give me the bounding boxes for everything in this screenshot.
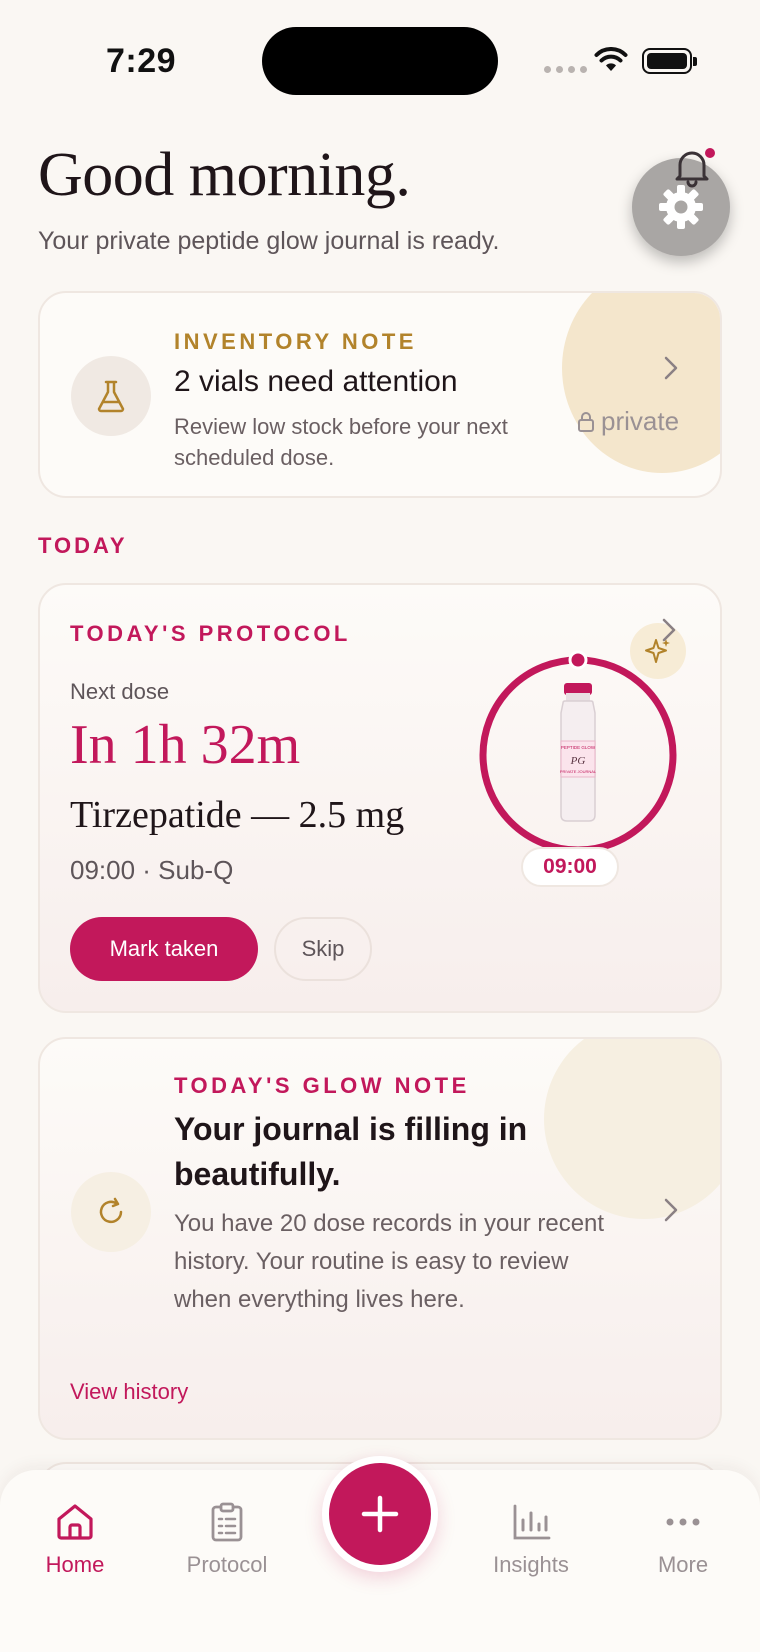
glow-note-eyebrow: TODAY'S GLOW NOTE [174,1073,470,1098]
notification-badge [705,148,715,158]
refresh-icon [71,1172,151,1252]
clipboard-icon [211,1502,243,1542]
decorative-blob [562,293,720,473]
greeting-subtitle: Your private peptide glow journal is rea… [38,227,500,255]
todays-protocol-card[interactable]: TODAY'S PROTOCOL Next dose In 1h 32m Tir… [38,583,722,1013]
vial-label-top: PEPTIDE GLOW [561,745,596,750]
wifi-icon [594,47,628,78]
home-icon [57,1504,93,1540]
inventory-description: Review low stock before your next schedu… [174,414,508,470]
vial-label-logo: PG [570,755,586,767]
plus-icon [361,1495,399,1533]
inventory-title: 2 vials need attention [174,365,458,398]
private-label: private [601,406,680,436]
next-dose-countdown: In 1h 32m [70,714,301,776]
dynamic-island [262,27,498,95]
private-badge: private [577,406,679,437]
inventory-eyebrow: INVENTORY NOTE [174,329,417,354]
view-history-link[interactable]: View history [70,1379,188,1405]
tab-more-label: More [657,1552,709,1577]
add-dose-button[interactable] [322,1456,438,1572]
signal-icon [544,66,587,73]
tab-more[interactable]: More [623,1500,743,1578]
flask-icon [71,356,151,436]
chevron-right-icon [664,355,678,387]
battery-icon [642,48,697,74]
status-bar: 7:29 [0,0,760,110]
dose-time-route: 09:00 · Sub-Q [70,855,234,885]
section-label-today: TODAY [38,533,128,558]
glow-note-description: You have 20 dose records in your recent … [174,1210,605,1313]
vial-label-bottom: PRIVATE JOURNAL [560,769,597,774]
tab-home[interactable]: Home [15,1500,135,1578]
glow-note-card[interactable]: TODAY'S GLOW NOTE Your journal is fillin… [38,1037,722,1440]
skip-button[interactable]: Skip [274,917,372,981]
status-time: 7:29 [106,42,177,80]
tab-insights[interactable]: Insights [471,1500,591,1578]
next-dose-label: Next dose [70,679,170,704]
glow-note-title: Your journal is filling in beautifully. [174,1111,528,1192]
tab-home-label: Home [45,1552,105,1577]
lock-icon [578,411,594,432]
protocol-eyebrow: TODAY'S PROTOCOL [70,621,351,646]
inventory-note-card[interactable]: INVENTORY NOTE 2 vials need attention Re… [38,291,722,498]
chevron-right-icon [664,1197,678,1229]
greeting-title: Good morning. [38,141,411,209]
more-dots-icon [666,1518,700,1526]
tab-protocol-label: Protocol [186,1552,268,1577]
mark-taken-button[interactable]: Mark taken [70,917,258,981]
tab-protocol[interactable]: Protocol [167,1500,287,1578]
bar-chart-icon [513,1504,551,1540]
dose-time-pill: 09:00 [521,847,619,887]
vial-illustration: PEPTIDE GLOW PG PRIVATE JOURNAL [560,683,597,822]
dose-drug-name: Tirzepatide — 2.5 mg [70,794,405,836]
tab-insights-label: Insights [493,1552,569,1577]
